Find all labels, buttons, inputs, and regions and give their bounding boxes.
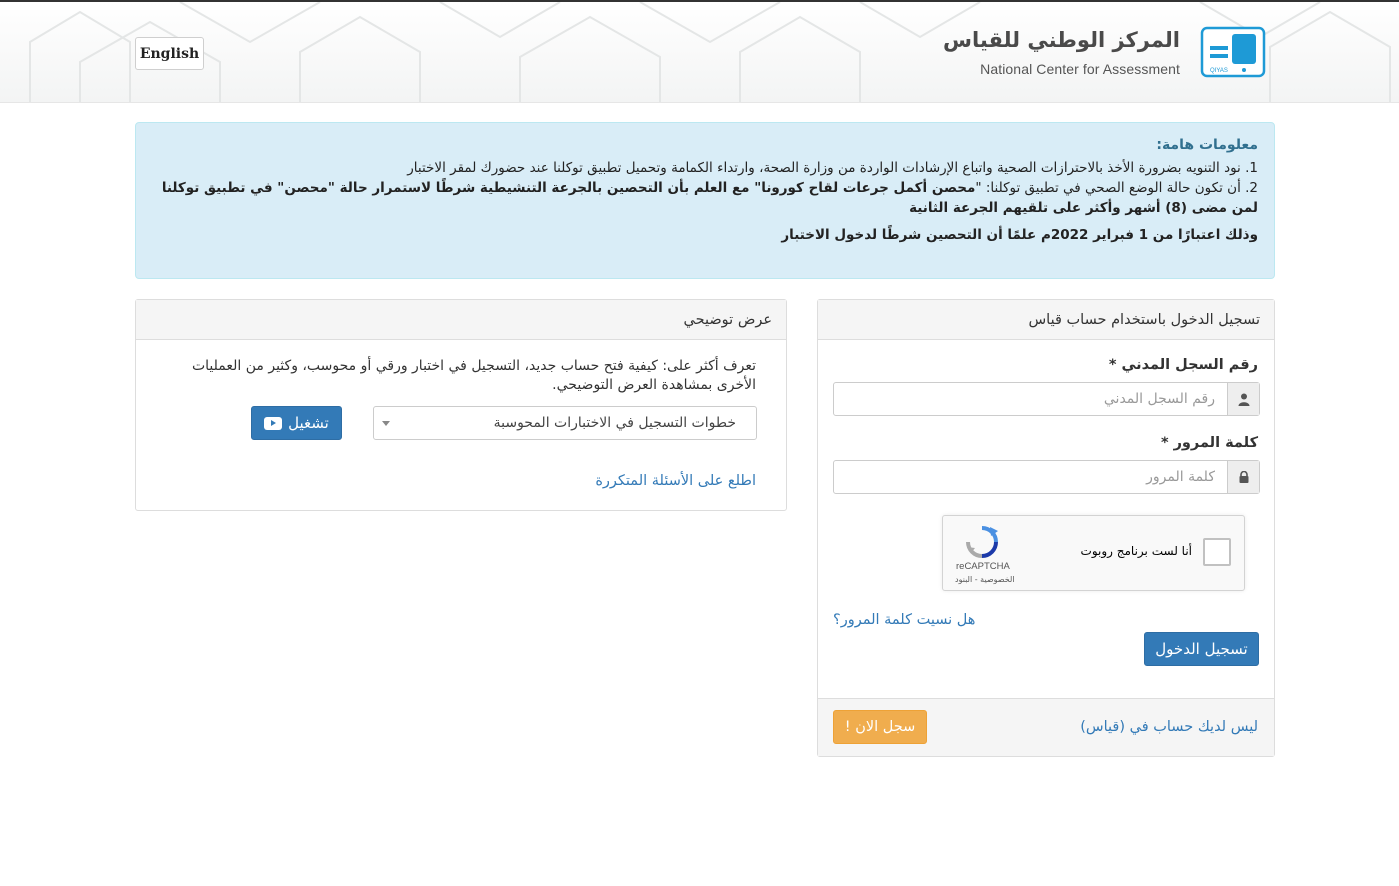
password-input[interactable]: [834, 461, 1227, 493]
recaptcha-checkbox[interactable]: [1203, 538, 1231, 566]
site-logo[interactable]: المركز الوطني للقياس National Center for…: [943, 26, 1275, 82]
login-panel-footer: ليس لديك حساب في (قياس) سجل الان !: [818, 698, 1274, 756]
play-demo-button[interactable]: تشغيل: [251, 406, 342, 440]
forgot-password-link[interactable]: هل نسيت كلمة المرور؟: [833, 612, 975, 628]
user-icon: [1227, 383, 1259, 415]
national-id-input[interactable]: [834, 383, 1227, 415]
demo-panel-heading: عرض توضيحي: [136, 300, 786, 340]
youtube-play-icon: [264, 416, 283, 430]
recaptcha-label: أنا لست برنامج روبوت: [1080, 544, 1192, 558]
notice-closing: وذلك اعتبارًا من 1 فبراير 2022م علمًا أن…: [781, 227, 1258, 243]
login-button[interactable]: تسجيل الدخول: [1144, 632, 1259, 666]
notice-title: معلومات هامة:: [1156, 137, 1258, 153]
logo-arabic-text: المركز الوطني للقياس: [943, 28, 1180, 52]
demo-topic-select[interactable]: خطوات التسجيل في الاختبارات المحوسبة: [373, 406, 757, 440]
national-id-group: [833, 382, 1260, 416]
recaptcha-widget: أنا لست برنامج روبوت reCAPTCHA الخصوصية …: [942, 515, 1245, 591]
demo-panel: عرض توضيحي تعرف أكثر على: كيفية فتح حساب…: [135, 299, 787, 511]
demo-topic-selected: خطوات التسجيل في الاختبارات المحوسبة: [493, 415, 736, 431]
notice-item-1: 1. نود التنويه بضرورة الأخذ بالاحترازات …: [407, 160, 1258, 176]
login-panel: تسجيل الدخول باستخدام حساب قياس رقم السج…: [817, 299, 1275, 757]
svg-text:QIYAS: QIYAS: [1210, 68, 1228, 74]
register-button[interactable]: سجل الان !: [833, 710, 927, 744]
notice-item-2-prefix: 2. أن تكون حالة الوضع الصحي في تطبيق توك…: [975, 180, 1258, 196]
login-panel-heading: تسجيل الدخول باستخدام حساب قياس: [818, 300, 1274, 340]
logo-english-text: National Center for Assessment: [980, 61, 1180, 77]
password-label: كلمة المرور *: [1160, 435, 1258, 451]
language-switch-button[interactable]: English: [135, 37, 204, 70]
no-account-text: ليس لديك حساب في (قياس): [1080, 719, 1258, 735]
demo-description: تعرف أكثر على: كيفية فتح حساب جديد، التس…: [191, 358, 756, 393]
national-id-label: رقم السجل المدني *: [1108, 357, 1258, 373]
recaptcha-brand: reCAPTCHA: [956, 561, 1010, 572]
play-button-label: تشغيل: [288, 414, 329, 432]
qiyas-logo-icon: QIYAS: [1200, 26, 1266, 78]
notice-item-2: 2. أن تكون حالة الوضع الصحي في تطبيق توك…: [152, 178, 1258, 218]
recaptcha-terms[interactable]: الخصوصية - البنود: [955, 575, 1015, 584]
password-group: [833, 460, 1260, 494]
faq-link[interactable]: اطلع على الأسئلة المتكررة: [595, 473, 756, 489]
important-notice: معلومات هامة: 1. نود التنويه بضرورة الأخ…: [135, 122, 1275, 279]
chevron-down-icon: [382, 421, 390, 426]
recaptcha-icon: [966, 526, 998, 558]
lock-icon: [1227, 461, 1259, 493]
site-header: English المركز الوطني للقياس National Ce…: [0, 2, 1399, 103]
